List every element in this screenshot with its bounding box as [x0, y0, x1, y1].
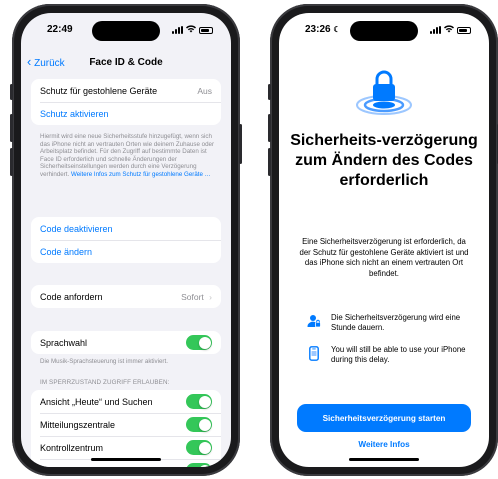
passcode-group: Code deaktivieren Code ändern [31, 217, 221, 263]
locked-access-group: Ansicht „Heute“ und Suchen Mitteilungsze… [31, 390, 221, 467]
today-view-search-toggle[interactable] [186, 394, 212, 409]
navigation-bar: ‹ Zurück Face ID & Code [21, 53, 231, 75]
today-view-search-label: Ansicht „Heute“ und Suchen [40, 396, 153, 407]
require-code-label: Code anfordern [40, 291, 103, 302]
battery-icon [199, 26, 213, 34]
stolen-device-footnote: Hiermit wird eine neue Sicherheitsstufe … [40, 133, 217, 179]
chevron-right-icon: › [209, 291, 212, 302]
require-code-value-wrap: Sofort › [181, 292, 212, 302]
control-center-toggle[interactable] [186, 440, 212, 455]
action-button [268, 84, 271, 100]
feature-duration-text: Die Sicherheitsverzögerung wird eine Stu… [331, 313, 461, 332]
cellular-signal-icon [172, 26, 183, 34]
control-center-row: Kontrollzentrum [31, 436, 221, 459]
start-delay-label: Sicherheitsverzögerung starten [322, 413, 446, 423]
voice-dial-toggle[interactable] [186, 335, 212, 350]
delay-description: Eine Sicherheitsverzögerung ist erforder… [299, 237, 469, 278]
require-code-row[interactable]: Code anfordern Sofort › [31, 285, 221, 308]
delay-title: Sicherheits-verzögerung zum Ändern des C… [290, 132, 478, 189]
side-button [239, 124, 242, 164]
wifi-icon [186, 25, 196, 35]
feature-still-usable: You will still be able to use your iPhon… [307, 345, 475, 365]
dynamic-island [92, 21, 160, 41]
dynamic-island [350, 21, 418, 41]
wifi-icon [444, 25, 454, 35]
start-delay-button[interactable]: Sicherheitsverzögerung starten [297, 404, 471, 432]
left-phone: 22:49 ‹ Zurück Face ID & Code Schutz für… [10, 4, 242, 476]
require-code-value: Sofort [181, 291, 204, 302]
stolen-device-protection-value: Aus [197, 85, 212, 96]
deactivate-code-label: Code deaktivieren [40, 223, 113, 234]
notification-center-toggle[interactable] [186, 417, 212, 432]
lock-icon-wrap [279, 65, 489, 119]
change-code-button[interactable]: Code ändern [31, 240, 221, 263]
volume-down-button [268, 148, 271, 176]
phone-icon [307, 345, 321, 361]
today-view-search-row: Ansicht „Heute“ und Suchen [31, 390, 221, 413]
locked-access-header: IM SPERRZUSTAND ZUGRIFF ERLAUBEN: [40, 379, 170, 386]
activate-protection-button[interactable]: Schutz aktivieren [31, 102, 221, 125]
page-title: Face ID & Code [89, 57, 163, 68]
control-center-label: Kontrollzentrum [40, 442, 104, 453]
home-indicator [349, 458, 419, 461]
status-time-value: 23:26 [305, 24, 331, 35]
stolen-device-group: Schutz für gestohlene Geräte Aus Schutz … [31, 79, 221, 125]
feature-still-usable-text: You will still be able to use your iPhon… [331, 345, 466, 364]
deactivate-code-button[interactable]: Code deaktivieren [31, 217, 221, 240]
change-code-label: Code ändern [40, 246, 93, 257]
stolen-device-protection-row: Schutz für gestohlene Geräte Aus [31, 79, 221, 102]
require-code-group: Code anfordern Sofort › [31, 285, 221, 308]
status-time: 23:26 ☾ [305, 24, 341, 35]
voice-dial-label: Sprachwahl [40, 337, 88, 348]
volume-up-button [10, 114, 13, 142]
activate-protection-label: Schutz aktivieren [40, 108, 109, 119]
more-info-link[interactable]: Weitere Infos [279, 440, 489, 449]
status-time: 22:49 [47, 24, 73, 35]
notification-center-row: Mitteilungszentrale [31, 413, 221, 436]
settings-screen: 22:49 ‹ Zurück Face ID & Code Schutz für… [21, 13, 231, 467]
volume-down-button [10, 148, 13, 176]
volume-up-button [268, 114, 271, 142]
security-delay-screen: 23:26 ☾ Sicherheits-verzögerung zum Ände… [279, 13, 489, 467]
security-lock-icon [356, 70, 412, 115]
voice-dial-group: Sprachwahl [31, 331, 221, 354]
learn-more-link[interactable]: Weitere Infos zum Schutz für gestohlene … [71, 171, 211, 178]
voice-dial-row: Sprachwahl [31, 331, 221, 354]
home-indicator [91, 458, 161, 461]
battery-icon [457, 26, 471, 34]
voice-dial-note: Die Musik-Sprachsteuerung ist immer akti… [40, 358, 168, 365]
right-phone: 23:26 ☾ Sicherheits-verzögerung zum Ände… [268, 4, 498, 476]
feature-duration: Die Sicherheitsverzögerung wird eine Stu… [307, 313, 475, 333]
cellular-signal-icon [430, 26, 441, 34]
partial-toggle[interactable] [186, 463, 212, 467]
notification-center-label: Mitteilungszentrale [40, 419, 116, 430]
moon-icon: ☾ [333, 25, 341, 34]
action-button [10, 84, 13, 100]
person-lock-icon [307, 313, 321, 328]
stolen-device-protection-label: Schutz für gestohlene Geräte [40, 85, 158, 96]
